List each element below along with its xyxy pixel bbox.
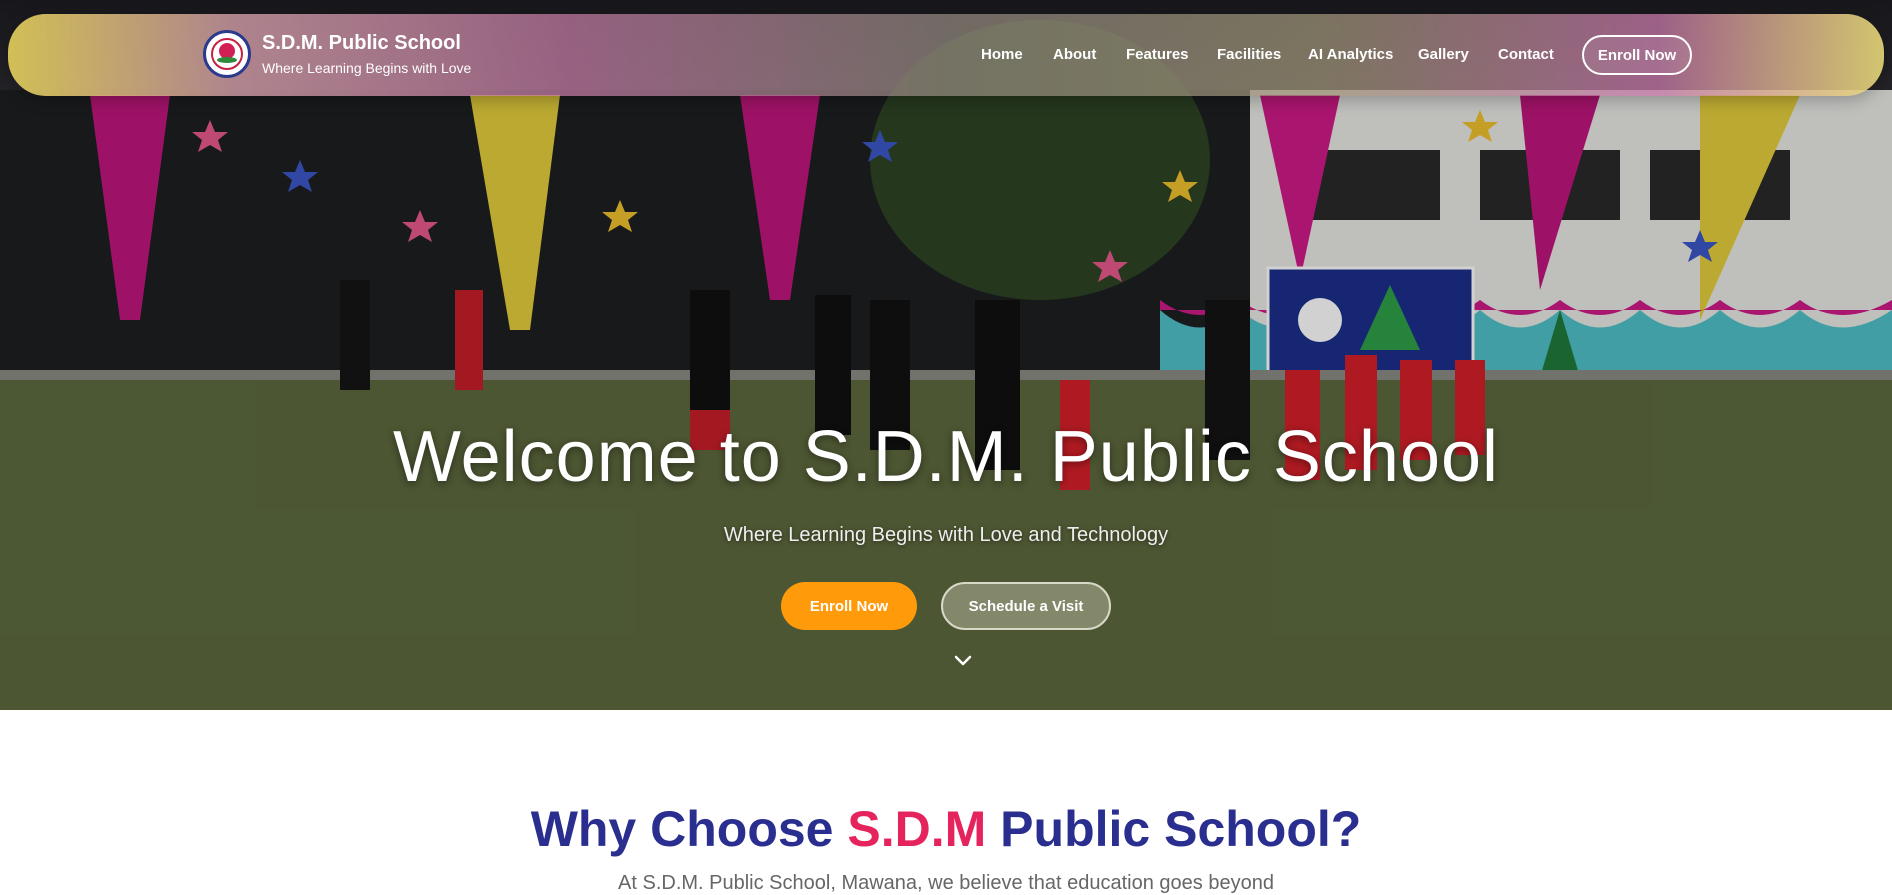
- chevron-down-icon[interactable]: [954, 652, 972, 670]
- nav-link-home[interactable]: Home: [981, 46, 1023, 63]
- enroll-now-button[interactable]: Enroll Now: [781, 582, 917, 630]
- school-logo-icon[interactable]: [203, 30, 251, 78]
- nav-link-features[interactable]: Features: [1126, 46, 1189, 63]
- brand-tagline: Where Learning Begins with Love: [262, 60, 472, 76]
- why-choose-heading: Why Choose S.D.M Public School?: [0, 800, 1892, 858]
- why-heading-accent: S.D.M: [847, 801, 987, 857]
- schedule-visit-button[interactable]: Schedule a Visit: [941, 582, 1111, 630]
- nav-link-ai-analytics[interactable]: AI Analytics: [1308, 46, 1393, 63]
- nav-enroll-button[interactable]: Enroll Now: [1582, 35, 1692, 75]
- nav-link-facilities[interactable]: Facilities: [1217, 46, 1281, 63]
- hero-section: S.D.M. Public School Where Learning Begi…: [0, 0, 1892, 710]
- hero-subtitle: Where Learning Begins with Love and Tech…: [723, 524, 1169, 546]
- brand-name[interactable]: S.D.M. Public School: [262, 32, 461, 55]
- why-heading-part1: Why Choose: [530, 801, 848, 857]
- nav-link-contact[interactable]: Contact: [1498, 46, 1554, 63]
- why-heading-part2: Public School?: [986, 801, 1362, 857]
- nav-link-about[interactable]: About: [1053, 46, 1096, 63]
- why-intro-text: At S.D.M. Public School, Mawana, we beli…: [618, 872, 1274, 894]
- hero-title: Welcome to S.D.M. Public School: [392, 417, 1500, 497]
- nav-link-gallery[interactable]: Gallery: [1418, 46, 1469, 63]
